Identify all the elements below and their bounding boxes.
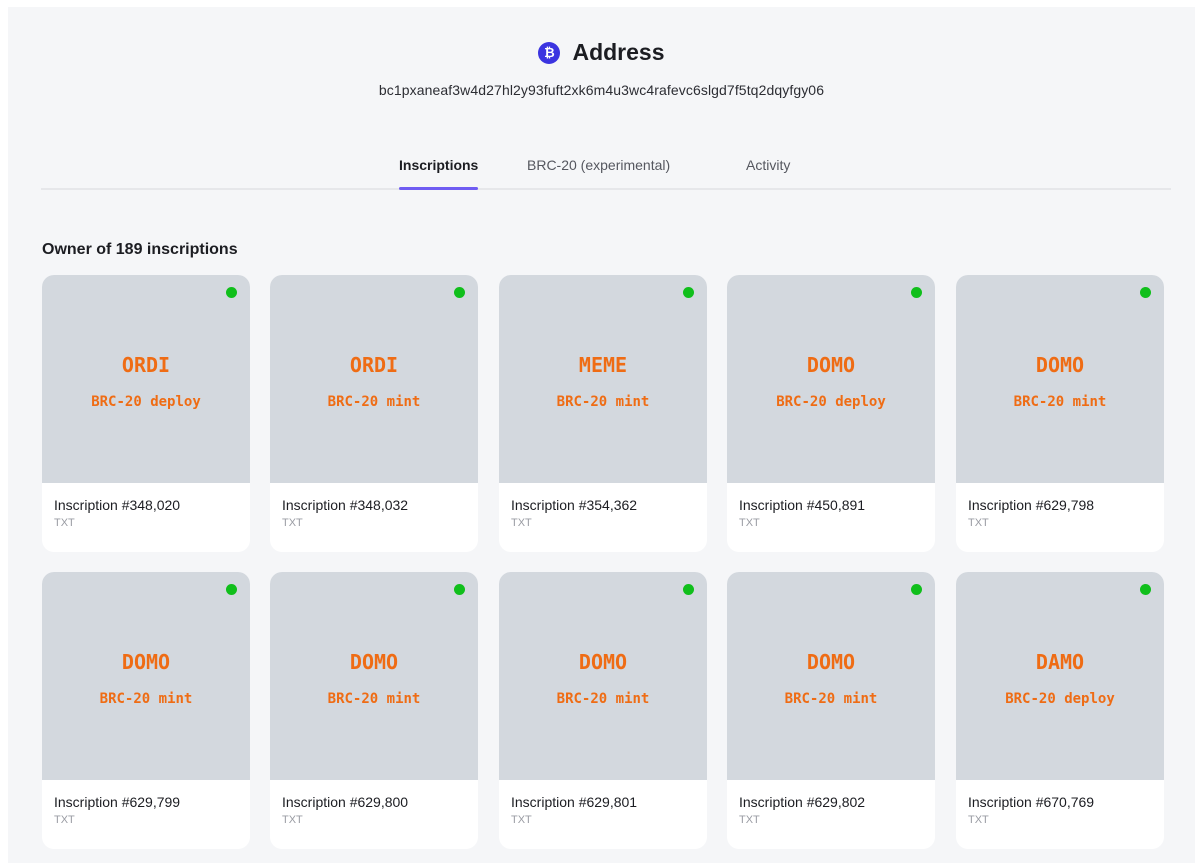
card-inscription-number: Inscription #354,362 xyxy=(511,497,638,513)
card-operation: BRC-20 mint xyxy=(327,691,421,707)
card-info: Inscription #629,799 TXT xyxy=(54,794,180,826)
card-inscription-number: Inscription #348,032 xyxy=(282,497,409,513)
card-content-type: TXT xyxy=(282,814,303,826)
status-dot-icon xyxy=(911,584,922,595)
inscription-card[interactable]: DOMO BRC-20 deploy Inscription #450,891 … xyxy=(727,275,935,552)
card-ticker: MEME xyxy=(578,353,628,377)
status-dot-icon xyxy=(683,287,694,298)
card-info: Inscription #629,798 TXT xyxy=(968,497,1094,529)
card-content-type: TXT xyxy=(54,814,75,826)
card-operation: BRC-20 mint xyxy=(327,394,421,410)
card-content-type: TXT xyxy=(54,517,75,529)
wallet-address: bc1pxaneaf3w4d27hl2y93fuft2xk6m4u3wc4raf… xyxy=(378,82,825,98)
page-header: ₿ Address bc1pxaneaf3w4d27hl2y93fuft2xk6… xyxy=(8,7,1195,98)
card-ticker: DOMO xyxy=(1035,353,1085,377)
inscription-card[interactable]: DAMO BRC-20 deploy Inscription #670,769 … xyxy=(956,572,1164,849)
card-operation: BRC-20 mint xyxy=(556,691,650,707)
owner-count: Owner of 189 inscriptions xyxy=(42,241,238,258)
card-content-type: TXT xyxy=(511,517,532,529)
card-inscription-number: Inscription #629,800 xyxy=(282,794,409,810)
card-ticker: ORDI xyxy=(121,353,171,377)
card-operation: BRC-20 mint xyxy=(784,691,878,707)
card-operation: BRC-20 deploy xyxy=(776,394,886,410)
card-info: Inscription #348,032 TXT xyxy=(282,497,408,529)
tab-bar: Inscriptions BRC-20 (experimental) Activ… xyxy=(41,153,1171,190)
inscription-card[interactable]: ORDI BRC-20 deploy Inscription #348,020 … xyxy=(42,275,250,552)
inscription-card[interactable]: DOMO BRC-20 mint Inscription #629,799 TX… xyxy=(42,572,250,849)
card-content-type: TXT xyxy=(968,517,989,529)
card-preview: MEME BRC-20 mint xyxy=(499,275,707,483)
card-operation: BRC-20 deploy xyxy=(1005,691,1115,707)
tab-activity[interactable]: Activity xyxy=(746,157,790,187)
inscription-card[interactable]: DOMO BRC-20 mint Inscription #629,798 TX… xyxy=(956,275,1164,552)
status-dot-icon xyxy=(226,287,237,298)
card-info: Inscription #629,800 TXT xyxy=(282,794,408,826)
card-preview: DOMO BRC-20 deploy xyxy=(727,275,935,483)
card-content-type: TXT xyxy=(739,517,760,529)
card-ticker: DOMO xyxy=(806,353,856,377)
card-ticker: DOMO xyxy=(578,650,628,674)
card-content-type: TXT xyxy=(968,814,989,826)
address-page: ₿ Address bc1pxaneaf3w4d27hl2y93fuft2xk6… xyxy=(8,7,1195,863)
card-operation: BRC-20 deploy xyxy=(91,394,201,410)
card-ticker: DAMO xyxy=(1035,650,1085,674)
tab-inscriptions[interactable]: Inscriptions xyxy=(399,157,479,190)
status-dot-icon xyxy=(454,287,465,298)
card-inscription-number: Inscription #629,801 xyxy=(511,794,638,810)
card-inscription-number: Inscription #348,020 xyxy=(54,497,181,513)
card-content-type: TXT xyxy=(511,814,532,826)
card-content-type: TXT xyxy=(282,517,303,529)
card-preview: DOMO BRC-20 mint xyxy=(499,572,707,780)
inscription-card[interactable]: DOMO BRC-20 mint Inscription #629,800 TX… xyxy=(270,572,478,849)
card-info: Inscription #629,802 TXT xyxy=(739,794,865,826)
status-dot-icon xyxy=(454,584,465,595)
card-preview: DOMO BRC-20 mint xyxy=(956,275,1164,483)
card-ticker: DOMO xyxy=(121,650,171,674)
inscription-card[interactable]: MEME BRC-20 mint Inscription #354,362 TX… xyxy=(499,275,707,552)
bitcoin-icon: ₿ xyxy=(538,41,561,64)
card-info: Inscription #629,801 TXT xyxy=(511,794,637,826)
card-ticker: ORDI xyxy=(349,353,399,377)
card-info: Inscription #670,769 TXT xyxy=(968,794,1094,826)
card-preview: ORDI BRC-20 deploy xyxy=(42,275,250,483)
card-inscription-number: Inscription #629,802 xyxy=(739,794,866,810)
page-title: Address xyxy=(572,39,665,65)
status-dot-icon xyxy=(1140,287,1151,298)
card-inscription-number: Inscription #629,798 xyxy=(968,497,1095,513)
card-preview: DOMO BRC-20 mint xyxy=(270,572,478,780)
card-operation: BRC-20 mint xyxy=(99,691,193,707)
card-info: Inscription #354,362 TXT xyxy=(511,497,637,529)
card-ticker: DOMO xyxy=(806,650,856,674)
card-preview: DOMO BRC-20 mint xyxy=(42,572,250,780)
card-preview: DAMO BRC-20 deploy xyxy=(956,572,1164,780)
card-inscription-number: Inscription #670,769 xyxy=(968,794,1095,810)
card-operation: BRC-20 mint xyxy=(1013,394,1107,410)
title-row: ₿ Address xyxy=(8,39,1195,66)
card-ticker: DOMO xyxy=(349,650,399,674)
status-dot-icon xyxy=(911,287,922,298)
card-inscription-number: Inscription #629,799 xyxy=(54,794,181,810)
card-info: Inscription #348,020 TXT xyxy=(54,497,180,529)
inscription-card[interactable]: DOMO BRC-20 mint Inscription #629,801 TX… xyxy=(499,572,707,849)
status-dot-icon xyxy=(683,584,694,595)
card-preview: ORDI BRC-20 mint xyxy=(270,275,478,483)
card-inscription-number: Inscription #450,891 xyxy=(739,497,866,513)
card-info: Inscription #450,891 TXT xyxy=(739,497,865,529)
inscription-card[interactable]: DOMO BRC-20 mint Inscription #629,802 TX… xyxy=(727,572,935,849)
card-operation: BRC-20 mint xyxy=(556,394,650,410)
card-content-type: TXT xyxy=(739,814,760,826)
status-dot-icon xyxy=(1140,584,1151,595)
card-preview: DOMO BRC-20 mint xyxy=(727,572,935,780)
status-dot-icon xyxy=(226,584,237,595)
inscription-card[interactable]: ORDI BRC-20 mint Inscription #348,032 TX… xyxy=(270,275,478,552)
tab-brc20[interactable]: BRC-20 (experimental) xyxy=(527,157,670,187)
